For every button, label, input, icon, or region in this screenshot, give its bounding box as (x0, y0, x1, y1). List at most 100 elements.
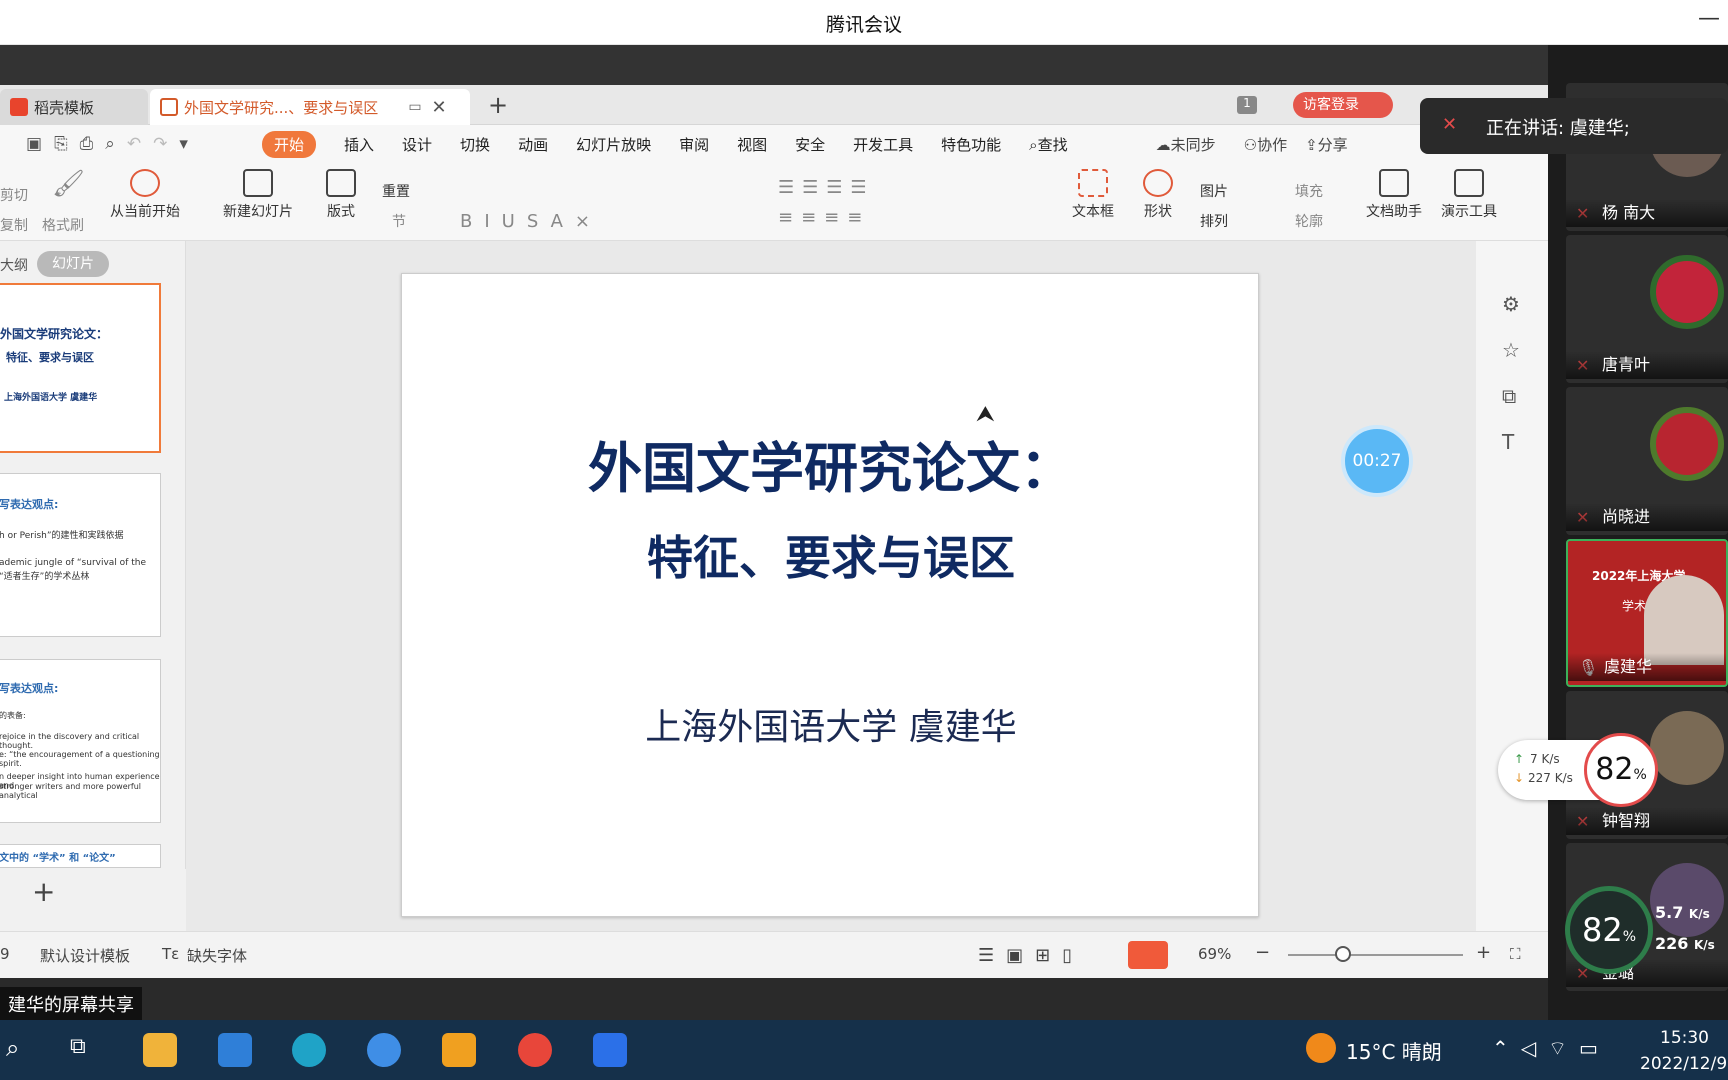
current-slide[interactable]: 外国文学研究论文： 特征、要求与误区 上海外国语大学 虞建华 ⮝ (401, 273, 1259, 917)
outline-button[interactable]: 轮廓 (1295, 211, 1323, 231)
sync-label: 未同步 (1170, 135, 1216, 154)
slide-title: 外国文学研究论文： (588, 437, 1074, 500)
print-icon[interactable]: ⎙ (80, 134, 94, 154)
present-tools-button[interactable]: 演示工具 (1441, 169, 1497, 221)
zoom-level[interactable]: 69% (1198, 945, 1231, 963)
new-tab-button[interactable]: + (488, 91, 508, 119)
save-icon[interactable]: ▣ (26, 134, 42, 154)
participant-card-active-speaker[interactable]: 2022年上海大学 学术节 🎙 虞建华 (1566, 539, 1728, 687)
tab-daoke-templates[interactable]: 稻壳模板 (0, 89, 148, 125)
preview-icon[interactable]: ⌕ (105, 134, 115, 154)
zoom-slider-knob[interactable] (1335, 946, 1351, 962)
missing-font-button[interactable]: 缺失字体 (187, 945, 247, 966)
play-from-current-button[interactable]: 从当前开始 (110, 169, 180, 221)
speaking-label: 正在讲话: 虞建华; (1486, 118, 1630, 139)
play-slideshow-button[interactable] (1128, 941, 1168, 969)
participant-name: 尚晓进 (1566, 503, 1728, 531)
redo-icon[interactable]: ↷ (153, 134, 167, 154)
pin-icon[interactable]: ▭ (408, 99, 421, 115)
slide-thumbnail-1[interactable]: 外国文学研究论文： 特征、要求与误区 上海外国语大学 虞建华 (0, 283, 161, 453)
format-painter-button[interactable]: 格式刷 (42, 215, 84, 235)
tab-current-document[interactable]: 外国文学研究...、要求与误区 ▭ ✕ (150, 89, 470, 125)
slide-thumbnail-3[interactable]: 写表达观点: 的表备: rejoice in the discovery and… (0, 659, 161, 823)
layout-button[interactable]: 版式 (326, 169, 356, 221)
quick-access-toolbar: ▣ ⎘ ⎙ ⌕ ↶ ↷ ▾ (0, 134, 262, 154)
reset-button[interactable]: 重置 (382, 181, 410, 201)
menu-insert[interactable]: 插入 (344, 134, 374, 155)
play-label: 从当前开始 (110, 204, 180, 220)
section-button[interactable]: 节 (392, 211, 406, 231)
tab-slides[interactable]: 幻灯片 (37, 251, 109, 277)
close-icon[interactable]: ✕ (432, 97, 447, 118)
add-slide-button[interactable]: + (32, 875, 55, 908)
window-count-badge[interactable]: 1 (1237, 96, 1257, 114)
share-icon: ⇪ (1305, 135, 1318, 154)
menu-search[interactable]: ⌕查找 (1029, 134, 1067, 155)
tencent-meeting-icon[interactable] (593, 1033, 627, 1067)
status-bar: 9 默认设计模板 Tε 缺失字体 ☰▣⊞▯ 69% − + ⛶ (0, 931, 1548, 978)
task-view-icon[interactable]: ⧉ (70, 1034, 86, 1059)
participant-name: 杨 南大 (1566, 199, 1728, 227)
thumb-author: 上海外国语大学 虞建华 (4, 393, 98, 403)
right-side-toolbar: ⚙ ☆ ⧉ T (1476, 241, 1548, 931)
window-title: 腾讯会议 (825, 14, 902, 36)
file-explorer-icon[interactable] (143, 1033, 177, 1067)
zoom-slider-track[interactable] (1288, 954, 1463, 956)
search-icon[interactable]: ⌕ (6, 1034, 19, 1062)
clock-time[interactable]: 15:30 (1660, 1028, 1709, 1048)
side-tool-icons[interactable]: ⚙ ☆ ⧉ T (1502, 281, 1520, 465)
menu-view[interactable]: 视图 (737, 134, 767, 155)
minimize-button[interactable]: — (1698, 6, 1720, 31)
network-quality-badge[interactable]: 82% (1584, 733, 1658, 807)
arrange-button[interactable]: 排列 (1200, 211, 1228, 231)
new-slide-button[interactable]: 新建幻灯片 (223, 169, 293, 221)
design-template[interactable]: 默认设计模板 (40, 945, 130, 966)
picture-button[interactable]: 图片 (1200, 181, 1228, 201)
undo-icon[interactable]: ↶ (127, 134, 141, 154)
customize-icon[interactable]: ▾ (179, 134, 188, 154)
slide-thumbnail-4[interactable]: 文中的 “学术” 和 “论文” (0, 844, 161, 868)
menu-features[interactable]: 特色功能 (941, 134, 1001, 155)
cpu-gauge[interactable]: 82% (1565, 886, 1653, 974)
recording-timer[interactable]: 00:27 (1341, 425, 1413, 497)
paragraph-buttons[interactable]: ☰☰☰☰ (778, 177, 875, 198)
store-icon[interactable] (442, 1033, 476, 1067)
menu-developer[interactable]: 开发工具 (853, 134, 913, 155)
participant-card[interactable]: ✕ 尚晓进 (1566, 387, 1728, 535)
zoom-in-button[interactable]: + (1476, 942, 1491, 963)
menu-security[interactable]: 安全 (795, 134, 825, 155)
align-buttons[interactable]: ≡≡≡≡ (778, 207, 870, 228)
menu-home[interactable]: 开始 (262, 130, 317, 158)
menu-design[interactable]: 设计 (402, 134, 432, 155)
chrome-icon[interactable] (518, 1033, 552, 1067)
menu-slideshow[interactable]: 幻灯片放映 (576, 134, 651, 155)
menu-transition[interactable]: 切换 (460, 134, 490, 155)
participant-card[interactable]: ✕ 唐青叶 (1566, 235, 1728, 383)
menu-animation[interactable]: 动画 (518, 134, 548, 155)
doc-assistant-button[interactable]: 文档助手 (1366, 169, 1422, 221)
tab-outline[interactable]: 大纲 (0, 255, 28, 275)
copy-button[interactable]: 复制 (0, 215, 28, 235)
sync-status[interactable]: ☁未同步 (1156, 134, 1216, 155)
tray-icons[interactable]: ⌃◁⌔▭ (1492, 1036, 1610, 1061)
cut-button[interactable]: 剪切 (0, 185, 28, 205)
view-mode-buttons[interactable]: ☰▣⊞▯ (978, 945, 1084, 966)
visitor-login-button[interactable]: 访客登录 (1293, 92, 1393, 118)
fit-window-icon[interactable]: ⛶ (1510, 945, 1521, 963)
chat-icon[interactable] (367, 1033, 401, 1067)
font-style-buttons[interactable]: BIUSA× (460, 211, 602, 232)
edge-icon[interactable] (292, 1033, 326, 1067)
weather-text[interactable]: 15°C 晴朗 (1346, 1036, 1442, 1065)
mail-icon[interactable] (218, 1033, 252, 1067)
zoom-out-button[interactable]: − (1255, 942, 1270, 963)
export-icon[interactable]: ⎘ (54, 134, 68, 154)
textbox-button[interactable]: 文本框 (1072, 169, 1114, 221)
share-button[interactable]: ⇪分享 (1305, 134, 1348, 155)
fill-button[interactable]: 填充 (1295, 181, 1323, 201)
shape-button[interactable]: 形状 (1143, 169, 1173, 221)
collaborate-button[interactable]: ⚇协作 (1244, 134, 1287, 155)
menu-review[interactable]: 审阅 (679, 134, 709, 155)
slide-thumbnail-2[interactable]: 写表达观点: h or Perish”的建性和実践依据 ademic jungl… (0, 473, 161, 637)
avatar (1650, 711, 1724, 785)
clock-date[interactable]: 2022/12/9 (1640, 1054, 1727, 1074)
